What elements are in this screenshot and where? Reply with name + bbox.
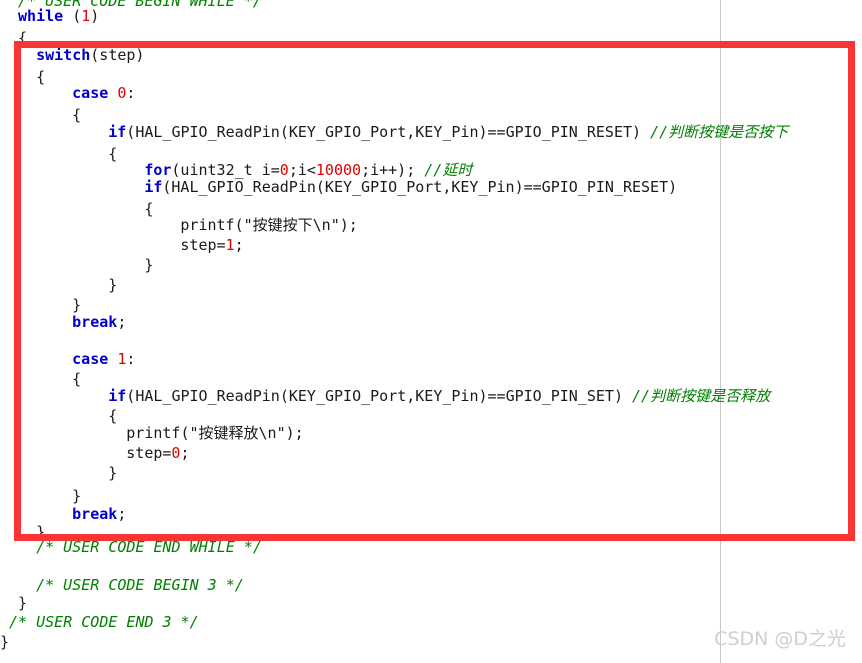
code-token-pln: printf( — [180, 216, 244, 234]
code-token-pln — [108, 350, 117, 368]
code-token-cmt: /* USER CODE END WHILE */ — [36, 538, 262, 556]
code-token-pln: } — [144, 256, 154, 274]
code-token-pln: ) — [90, 7, 100, 25]
code-token-pln: { — [108, 145, 118, 163]
code-line: break; — [72, 311, 126, 333]
code-editor-surface[interactable]: /* USER CODE BEGIN WHILE */while (1){swi… — [0, 0, 862, 663]
code-token-pln: ; — [180, 444, 190, 462]
code-line: switch(step) — [36, 44, 144, 66]
code-token-pln: } — [108, 276, 118, 294]
code-token-cmt: /* USER CODE BEGIN 3 */ — [36, 576, 244, 594]
code-token-kw: case — [72, 350, 109, 368]
code-line: break; — [72, 503, 126, 525]
code-token-pln: ; — [234, 236, 244, 254]
code-token-kw: switch — [36, 46, 91, 64]
code-token-pln: ; — [117, 505, 127, 523]
code-line: step=1; — [180, 234, 243, 256]
code-token-pln: ; — [117, 313, 127, 331]
code-token-kw: if — [144, 178, 163, 196]
code-token-cmt: /* USER CODE END 3 */ — [9, 613, 199, 631]
code-token-cmt: //判断按键是否释放 — [632, 387, 771, 405]
code-token-num: 1 — [81, 7, 91, 25]
code-token-pln: (HAL_GPIO_ReadPin(KEY_GPIO_Port,KEY_Pin)… — [126, 123, 651, 141]
code-line: case 0: — [72, 82, 135, 104]
code-token-pln: (HAL_GPIO_ReadPin(KEY_GPIO_Port,KEY_Pin)… — [126, 387, 633, 405]
code-line: if(HAL_GPIO_ReadPin(KEY_GPIO_Port,KEY_Pi… — [108, 385, 770, 407]
code-line: { — [144, 198, 153, 220]
code-line: } — [0, 631, 9, 653]
code-token-num: 1 — [225, 236, 235, 254]
code-token-pln: (step) — [90, 46, 145, 64]
code-line: { — [108, 405, 117, 427]
code-token-pln — [108, 84, 117, 102]
code-token-kw: case — [72, 84, 109, 102]
code-token-cmt: //判断按键是否按下 — [650, 123, 789, 141]
code-token-pln: step= — [126, 444, 172, 462]
code-line: { — [72, 104, 81, 126]
code-token-pln: } — [108, 464, 118, 482]
code-line: case 1: — [72, 348, 135, 370]
code-token-num: 0 — [117, 84, 127, 102]
code-token-pln: : — [126, 84, 136, 102]
code-token-str: "按键按下\n" — [243, 216, 340, 234]
code-token-pln: ); — [339, 216, 358, 234]
code-line: /* USER CODE END WHILE */ — [36, 536, 262, 558]
code-token-str: "按键释放\n" — [189, 424, 286, 442]
code-token-num: 1 — [117, 350, 127, 368]
code-token-pln: { — [18, 29, 28, 47]
code-token-kw: while — [18, 7, 64, 25]
code-line: printf("按键释放\n"); — [126, 422, 303, 444]
code-token-kw: if — [108, 123, 127, 141]
code-line: { — [108, 143, 117, 165]
code-line: } — [108, 274, 117, 296]
code-token-pln: { — [108, 407, 118, 425]
code-line: { — [72, 368, 81, 390]
code-line: printf("按键按下\n"); — [180, 214, 357, 236]
code-line: /* USER CODE END 3 */ — [9, 611, 199, 633]
code-token-pln: } — [18, 594, 28, 612]
code-token-pln: { — [72, 370, 82, 388]
code-line: } — [144, 254, 153, 276]
code-token-pln: : — [126, 350, 136, 368]
code-token-kw: if — [108, 387, 127, 405]
code-line: /* USER CODE BEGIN 3 */ — [36, 574, 244, 596]
code-line: step=0; — [126, 442, 189, 464]
code-token-kw: break — [72, 505, 118, 523]
code-token-pln: ( — [63, 7, 82, 25]
code-line: if(HAL_GPIO_ReadPin(KEY_GPIO_Port,KEY_Pi… — [108, 121, 788, 143]
code-token-pln: step= — [180, 236, 226, 254]
code-token-kw: break — [72, 313, 118, 331]
csdn-watermark: CSDN @D之光 — [714, 628, 846, 650]
code-line: { — [18, 27, 27, 49]
code-token-pln: } — [0, 633, 10, 651]
code-line: { — [36, 66, 45, 88]
code-line: while (1) — [18, 5, 99, 27]
code-token-pln: (HAL_GPIO_ReadPin(KEY_GPIO_Port,KEY_Pin)… — [162, 178, 678, 196]
code-line: if(HAL_GPIO_ReadPin(KEY_GPIO_Port,KEY_Pi… — [144, 176, 677, 198]
code-token-pln: printf( — [126, 424, 190, 442]
code-token-pln: { — [72, 106, 82, 124]
code-token-pln: { — [144, 200, 154, 218]
code-token-pln: ); — [285, 424, 304, 442]
code-line: } — [108, 462, 117, 484]
code-token-pln: { — [36, 68, 46, 86]
